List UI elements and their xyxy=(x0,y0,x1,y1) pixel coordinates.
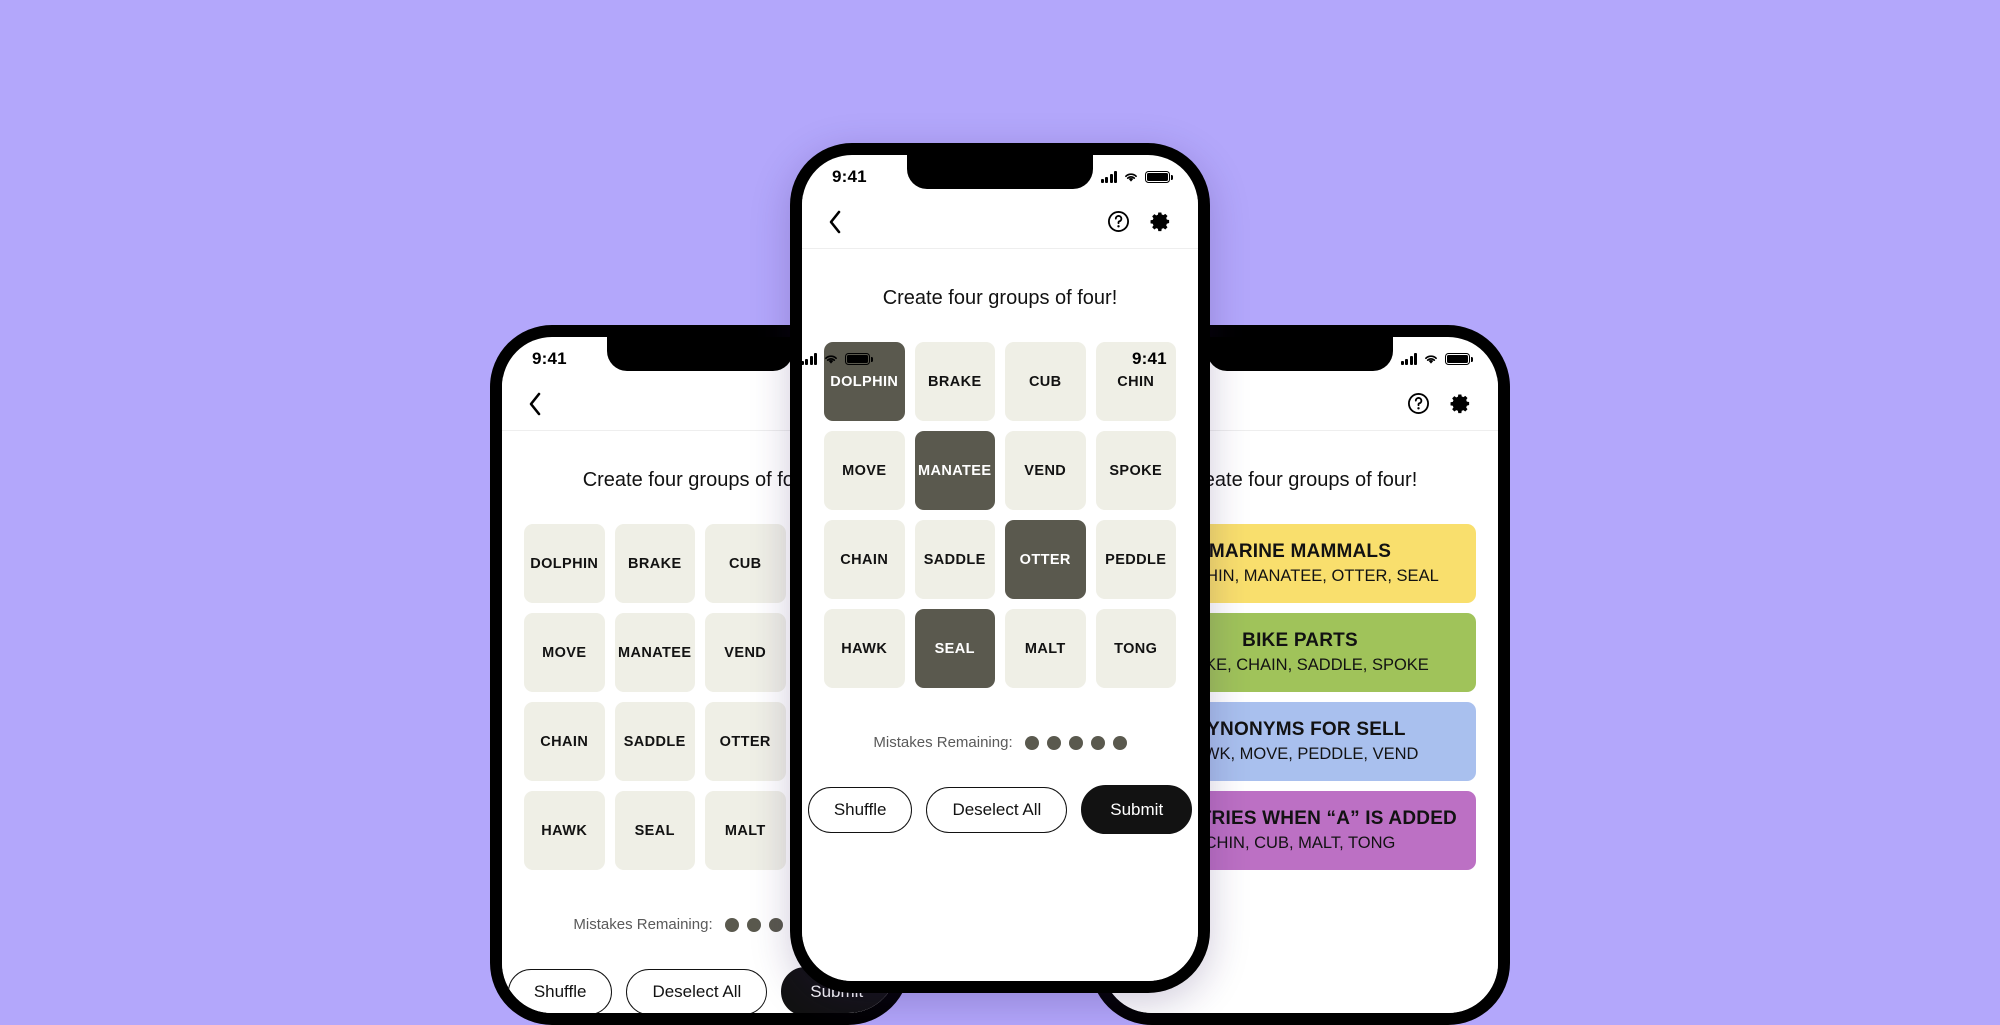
word-tile[interactable]: BRAKE xyxy=(614,524,695,603)
word-tile[interactable]: MANATEE xyxy=(614,613,695,692)
word-tile[interactable]: OTTER xyxy=(705,702,786,781)
wifi-icon xyxy=(825,355,837,364)
solved-group-title: MARINE MAMMALS xyxy=(1208,541,1392,562)
battery-icon xyxy=(845,353,873,365)
status-icons xyxy=(1400,353,1473,365)
word-tile[interactable]: VEND xyxy=(705,613,786,692)
word-tile[interactable]: BRAKE xyxy=(914,342,995,421)
word-tile[interactable]: MALT xyxy=(705,791,786,870)
mistake-dot xyxy=(1024,735,1039,750)
word-tile[interactable]: DOLPHIN xyxy=(524,524,605,603)
solved-group-words: CHIN, CUB, MALT, TONG xyxy=(1204,834,1396,852)
help-button[interactable] xyxy=(1407,392,1430,415)
solved-group-words: HAWK, MOVE, PEDDLE, VEND xyxy=(1181,745,1419,763)
word-tile[interactable]: MALT xyxy=(1005,609,1086,688)
status-icons xyxy=(1100,171,1173,183)
status-bar: 9:41 xyxy=(502,337,898,377)
word-tile[interactable]: SEAL xyxy=(914,609,995,688)
mistakes-row: Mistakes Remaining: xyxy=(873,734,1127,751)
wifi-icon xyxy=(1125,173,1137,182)
nav-actions xyxy=(1407,392,1472,415)
settings-button[interactable] xyxy=(1449,392,1472,415)
mistake-dot xyxy=(724,917,739,932)
scene: 9:41 Create four groups of four! DOLPHIN… xyxy=(0,0,2000,1025)
word-tile[interactable]: HAWK xyxy=(824,609,905,688)
cellular-signal-icon xyxy=(1400,353,1417,365)
solved-group-title: BIKE PARTS xyxy=(1242,630,1358,651)
mistakes-label: Mistakes Remaining: xyxy=(573,916,713,933)
word-grid-center: DOLPHIN BRAKE CUB CHIN MOVE MANATEE VEND SPOKE C… xyxy=(824,342,1176,688)
word-tile[interactable]: OTTER xyxy=(1005,520,1086,599)
gear-icon xyxy=(1150,212,1170,232)
wifi-icon xyxy=(1425,355,1437,364)
status-bar: 9:41 xyxy=(1102,337,1498,377)
page-title: Create four groups of four! xyxy=(1182,469,1418,491)
word-tile[interactable]: TONG xyxy=(1095,609,1176,688)
help-circle-icon xyxy=(1408,393,1429,414)
word-tile[interactable]: SADDLE xyxy=(914,520,995,599)
gear-icon xyxy=(1450,394,1470,414)
action-buttons-center: Shuffle Deselect All Submit xyxy=(807,785,1193,834)
battery-icon xyxy=(1145,171,1173,183)
status-bar: 9:41 xyxy=(802,155,1198,195)
chevron-left-icon xyxy=(829,210,841,233)
mistake-dot xyxy=(746,917,761,932)
submit-button[interactable]: Submit xyxy=(1081,785,1193,834)
nav-bar-center xyxy=(802,195,1198,249)
word-tile[interactable]: SADDLE xyxy=(614,702,695,781)
mistake-dot xyxy=(1068,735,1083,750)
mistake-dot xyxy=(768,917,783,932)
deselect-all-button[interactable]: Deselect All xyxy=(926,786,1068,833)
mistakes-row: Mistakes Remaining: xyxy=(573,916,827,933)
page-title: Create four groups of four! xyxy=(582,469,818,491)
cellular-signal-icon xyxy=(1100,171,1117,183)
settings-button[interactable] xyxy=(1149,210,1172,233)
screen-center: 9:41 Create four groups of four! DOLPHIN… xyxy=(802,155,1198,981)
mistake-dot xyxy=(1112,735,1127,750)
page-title: Create four groups of four! xyxy=(882,287,1118,309)
help-circle-icon xyxy=(1108,211,1129,232)
shuffle-button[interactable]: Shuffle xyxy=(507,968,613,1013)
phone-center: 9:41 Create four groups of four! DOLPHIN… xyxy=(790,143,1210,993)
status-time: 9:41 xyxy=(1132,349,1167,368)
status-icons xyxy=(800,353,873,365)
back-button[interactable] xyxy=(828,210,842,234)
word-tile[interactable]: CHAIN xyxy=(824,520,905,599)
word-tile[interactable]: MANATEE xyxy=(914,431,995,510)
help-button[interactable] xyxy=(1107,210,1130,233)
deselect-all-button[interactable]: Deselect All xyxy=(626,968,768,1013)
word-tile[interactable]: PEDDLE xyxy=(1095,520,1176,599)
word-tile[interactable]: CUB xyxy=(1005,342,1086,421)
battery-icon xyxy=(1445,353,1473,365)
mistake-dot xyxy=(1090,735,1105,750)
mistake-dot xyxy=(1046,735,1061,750)
nav-actions xyxy=(1107,210,1172,233)
status-time: 9:41 xyxy=(532,349,567,368)
word-tile[interactable]: VEND xyxy=(1005,431,1086,510)
cellular-signal-icon xyxy=(800,353,817,365)
solved-group-title: SYNONYMS FOR SELL xyxy=(1194,719,1406,740)
back-button[interactable] xyxy=(528,392,542,416)
word-tile[interactable]: CHAIN xyxy=(524,702,605,781)
word-tile[interactable]: SPOKE xyxy=(1095,431,1176,510)
word-tile[interactable]: HAWK xyxy=(524,791,605,870)
word-tile[interactable]: CUB xyxy=(705,524,786,603)
mistakes-label: Mistakes Remaining: xyxy=(873,734,1013,751)
word-tile[interactable]: MOVE xyxy=(824,431,905,510)
mistake-dots xyxy=(1024,735,1127,750)
shuffle-button[interactable]: Shuffle xyxy=(807,786,913,833)
word-tile[interactable]: SEAL xyxy=(614,791,695,870)
word-tile[interactable]: MOVE xyxy=(524,613,605,692)
status-time: 9:41 xyxy=(832,167,867,186)
chevron-left-icon xyxy=(529,392,541,415)
